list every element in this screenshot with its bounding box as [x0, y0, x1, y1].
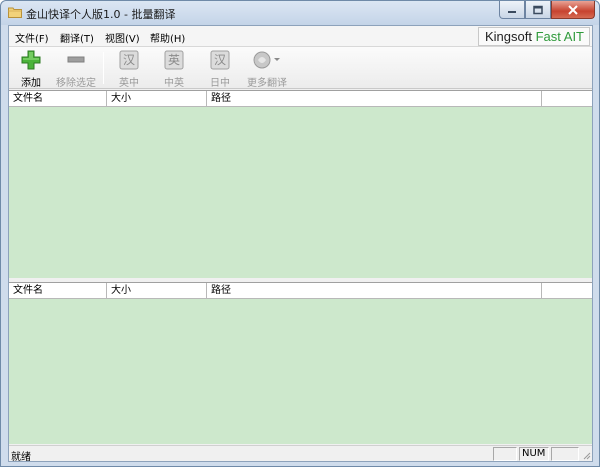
source-file-list[interactable]: 文件名 大小 路径: [9, 90, 592, 278]
column-extra[interactable]: [542, 91, 592, 107]
resize-grip-icon[interactable]: [581, 450, 591, 460]
brand-logo: Kingsoft Fast AIT: [478, 27, 590, 46]
source-list-header: 文件名 大小 路径: [9, 91, 592, 107]
more-translation-icon: [253, 51, 280, 69]
app-window: 金山快译个人版1.0 - 批量翻译 文件(F) 翻译(T) 视图(V) 帮助(H…: [0, 0, 600, 467]
menu-help[interactable]: 帮助(H): [150, 30, 185, 45]
status-num-indicator: NUM: [519, 447, 549, 461]
minimize-icon: [508, 10, 516, 13]
status-text: 就绪: [11, 452, 31, 463]
column-size[interactable]: 大小: [107, 283, 207, 299]
client-area: 文件(F) 翻译(T) 视图(V) 帮助(H) Kingsoft Fast AI…: [8, 25, 593, 463]
column-filename[interactable]: 文件名: [9, 91, 107, 107]
japanese-chinese-icon: 汉: [210, 50, 230, 70]
column-path[interactable]: 路径: [207, 283, 542, 299]
close-button[interactable]: [551, 1, 595, 19]
more-translation-button[interactable]: 更多翻译: [243, 50, 291, 89]
brand-product: Fast AIT: [535, 29, 584, 44]
maximize-icon: [533, 5, 543, 14]
en-zh-button[interactable]: 汉 英中: [113, 50, 145, 89]
minimize-button[interactable]: [499, 1, 525, 19]
svg-text:汉: 汉: [214, 53, 226, 67]
svg-text:英: 英: [168, 53, 180, 67]
column-filename[interactable]: 文件名: [9, 283, 107, 299]
ja-zh-label: 日中: [210, 78, 230, 89]
title-bar[interactable]: 金山快译个人版1.0 - 批量翻译: [1, 1, 599, 25]
window-title: 金山快译个人版1.0 - 批量翻译: [26, 8, 176, 21]
zh-en-button[interactable]: 英 中英: [158, 50, 190, 89]
menu-file[interactable]: 文件(F): [15, 30, 49, 45]
remove-selected-button[interactable]: 移除选定: [53, 50, 99, 89]
remove-icon: [67, 56, 85, 63]
maximize-button[interactable]: [525, 1, 551, 19]
menu-bar: 文件(F) 翻译(T) 视图(V) 帮助(H) Kingsoft Fast AI…: [9, 26, 592, 47]
en-zh-label: 英中: [119, 78, 139, 89]
menu-view[interactable]: 视图(V): [105, 30, 140, 45]
status-bar: 就绪 NUM: [9, 445, 592, 463]
add-icon: [21, 50, 41, 70]
zh-en-label: 中英: [164, 78, 184, 89]
remove-selected-label: 移除选定: [56, 78, 96, 89]
toolbar: 添加 移除选定 汉 英中 英 中英 汉 日中 更多翻译: [9, 47, 592, 89]
dropdown-arrow-icon: [274, 58, 280, 61]
result-file-list[interactable]: 文件名 大小 路径: [9, 282, 592, 444]
toolbar-separator: [103, 52, 104, 84]
more-translation-label: 更多翻译: [247, 78, 287, 89]
column-size[interactable]: 大小: [107, 91, 207, 107]
english-chinese-icon: 汉: [119, 50, 139, 70]
folder-icon: [8, 7, 22, 18]
status-cell-scroll: [551, 447, 579, 461]
result-list-header: 文件名 大小 路径: [9, 283, 592, 299]
close-icon: [568, 4, 578, 15]
add-label: 添加: [21, 78, 41, 89]
chinese-english-icon: 英: [164, 50, 184, 70]
column-extra[interactable]: [542, 283, 592, 299]
brand-name: Kingsoft: [485, 29, 536, 44]
ja-zh-button[interactable]: 汉 日中: [204, 50, 236, 89]
svg-text:汉: 汉: [123, 53, 135, 67]
status-cell-caps: [493, 447, 517, 461]
menu-translate[interactable]: 翻译(T): [60, 30, 94, 45]
column-path[interactable]: 路径: [207, 91, 542, 107]
window-controls: [499, 1, 595, 19]
add-button[interactable]: 添加: [15, 50, 47, 89]
